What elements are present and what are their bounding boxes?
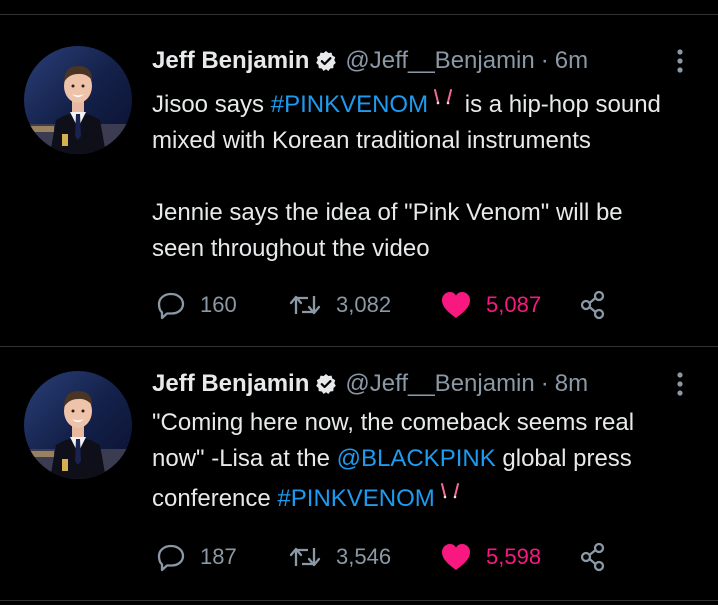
author-name[interactable]: Jeff Benjamin bbox=[152, 370, 309, 398]
text-line: mixed with Korean traditional instrument… bbox=[152, 127, 591, 154]
mention-link[interactable]: @BLACKPINK bbox=[337, 445, 496, 472]
separator-dot: · bbox=[540, 47, 549, 74]
heart-filled-icon bbox=[442, 544, 470, 570]
text-segment: is a hip-hop sound bbox=[458, 91, 661, 118]
tweet-feed: Jeff Benjamin @Jeff__Benjamin · 6m Jisoo… bbox=[0, 0, 718, 605]
author-name[interactable]: Jeff Benjamin bbox=[152, 47, 309, 75]
reply-count: 160 bbox=[200, 292, 237, 317]
avatar[interactable] bbox=[24, 371, 132, 479]
text-line: seen throughout the video bbox=[152, 235, 430, 262]
tweet-header: Jeff Benjamin @Jeff__Benjamin · 8m bbox=[152, 367, 588, 401]
tweet[interactable]: Jeff Benjamin @Jeff__Benjamin · 6m Jisoo… bbox=[0, 0, 718, 346]
heart-filled-icon bbox=[442, 292, 470, 318]
hashtag-link[interactable]: #PINKVENOM bbox=[277, 485, 434, 512]
share-icon bbox=[580, 542, 605, 572]
text-line: "Coming here now, the comeback seems rea… bbox=[152, 409, 635, 436]
author-handle[interactable]: @Jeff__Benjamin bbox=[345, 47, 534, 75]
like-button[interactable]: 5,598 bbox=[440, 537, 541, 577]
tweet-actions: 187 3,546 5,598 bbox=[152, 537, 692, 577]
retweet-icon bbox=[289, 547, 321, 567]
timestamp[interactable]: 8m bbox=[555, 370, 588, 398]
text-segment: conference bbox=[152, 485, 278, 512]
more-vertical-icon[interactable] bbox=[668, 44, 692, 78]
reply-button[interactable]: 160 bbox=[156, 285, 237, 325]
verified-badge-icon bbox=[315, 50, 337, 72]
timestamp[interactable]: 6m bbox=[555, 47, 588, 75]
pink-venom-hashflag-icon bbox=[428, 83, 458, 105]
retweet-button[interactable]: 3,082 bbox=[288, 285, 391, 325]
author-handle[interactable]: @Jeff__Benjamin bbox=[345, 370, 534, 398]
divider bbox=[0, 600, 718, 601]
retweet-icon bbox=[289, 295, 321, 315]
tweet[interactable]: Jeff Benjamin @Jeff__Benjamin · 8m "Comi… bbox=[0, 347, 718, 605]
reply-button[interactable]: 187 bbox=[156, 537, 237, 577]
pink-venom-hashflag-icon bbox=[435, 477, 465, 499]
reply-icon bbox=[157, 544, 185, 572]
share-button[interactable] bbox=[578, 537, 608, 577]
avatar[interactable] bbox=[24, 46, 132, 154]
tweet-text: "Coming here now, the comeback seems rea… bbox=[152, 405, 702, 517]
reply-count: 187 bbox=[200, 544, 237, 569]
more-vertical-icon[interactable] bbox=[668, 367, 692, 401]
tweet-header: Jeff Benjamin @Jeff__Benjamin · 6m bbox=[152, 44, 588, 78]
text-segment: now" -Lisa at the bbox=[152, 445, 337, 472]
text-segment: Jisoo says bbox=[152, 91, 271, 118]
text-line: Jennie says the idea of "Pink Venom" wil… bbox=[152, 199, 623, 226]
like-count: 5,087 bbox=[486, 292, 542, 317]
retweet-count: 3,082 bbox=[336, 292, 392, 317]
share-button[interactable] bbox=[578, 285, 608, 325]
separator-dot: · bbox=[540, 370, 549, 397]
tweet-actions: 160 3,082 5,087 bbox=[152, 285, 692, 325]
hashtag-link[interactable]: #PINKVENOM bbox=[271, 91, 428, 118]
like-button[interactable]: 5,087 bbox=[440, 285, 541, 325]
tweet-text: Jisoo says #PINKVENOM is a hip-hop sound… bbox=[152, 83, 702, 267]
retweet-count: 3,546 bbox=[336, 544, 392, 569]
like-count: 5,598 bbox=[486, 544, 542, 569]
text-segment: global press bbox=[495, 445, 632, 472]
retweet-button[interactable]: 3,546 bbox=[288, 537, 391, 577]
reply-icon bbox=[157, 292, 185, 320]
share-icon bbox=[580, 290, 605, 320]
verified-badge-icon bbox=[315, 373, 337, 395]
